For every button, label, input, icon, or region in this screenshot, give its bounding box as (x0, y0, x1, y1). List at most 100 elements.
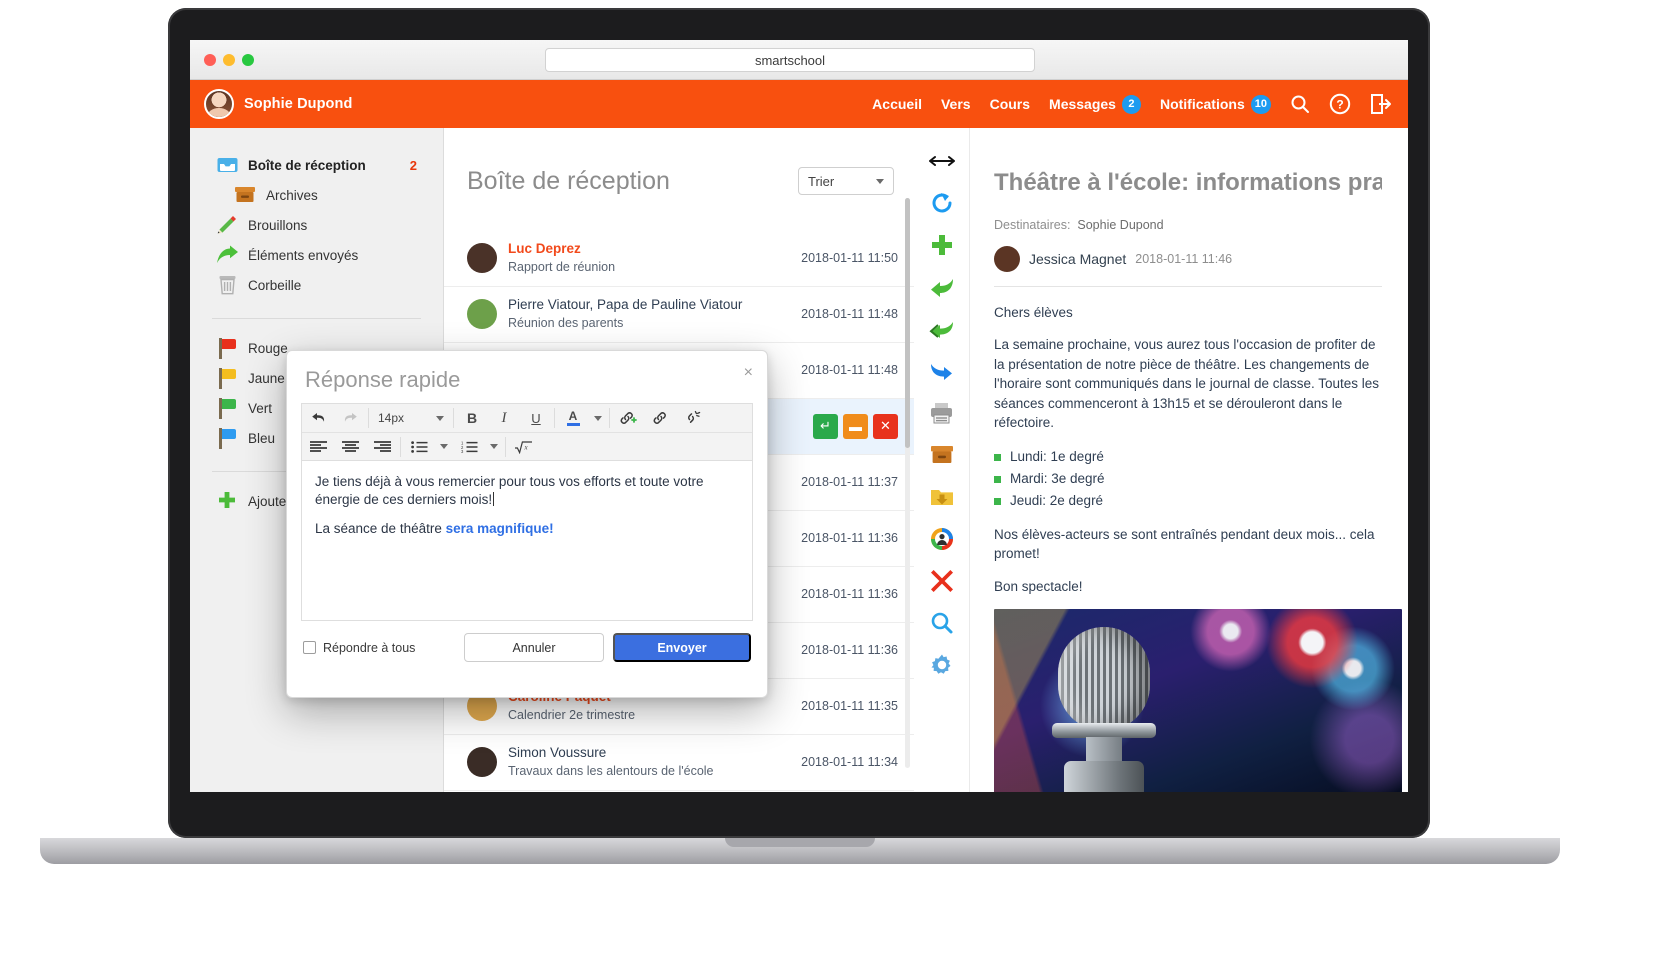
archive-action-button[interactable]: ▬ (843, 413, 868, 439)
move-to-folder-icon[interactable] (927, 482, 957, 512)
insert-link-icon[interactable] (612, 405, 644, 432)
font-size-dropdown[interactable]: 14px (371, 405, 451, 432)
text-color-icon[interactable]: A (557, 405, 589, 432)
unlink-icon[interactable] (676, 405, 708, 432)
refresh-icon[interactable] (927, 188, 957, 218)
sidebar-item-sent[interactable]: Éléments envoyés (190, 240, 443, 270)
user-avatar[interactable] (204, 89, 234, 119)
close-icon[interactable]: × (744, 365, 753, 381)
reply-all-checkbox-row[interactable]: Répondre à tous (303, 641, 415, 655)
toolbar-separator (554, 408, 555, 428)
archive-box-icon (232, 186, 258, 204)
scrollbar-thumb[interactable] (905, 198, 910, 448)
edit-link-icon[interactable] (644, 405, 676, 432)
message-subject: Calendrier 2e trimestre (508, 708, 636, 722)
nav-label: Messages (1049, 96, 1116, 112)
bullet-list-icon[interactable] (403, 433, 435, 460)
search-icon[interactable] (1290, 94, 1310, 114)
message-sender: Pierre Viatour, Papa de Pauline Viatour (508, 297, 743, 312)
contact-icon[interactable] (927, 524, 957, 554)
math-formula-icon[interactable]: x (508, 433, 540, 460)
reply-action-button[interactable]: ↵ (813, 413, 838, 439)
nav-item-cours[interactable]: Cours (990, 96, 1030, 112)
app-header: Sophie Dupond Accueil Vers Cours Message… (190, 80, 1408, 128)
reply-icon[interactable] (927, 272, 957, 302)
avatar (467, 747, 497, 777)
send-button[interactable]: Envoyer (613, 633, 751, 662)
numbered-list-dropdown[interactable] (485, 433, 503, 460)
nav-item-notifications[interactable]: Notifications 10 (1159, 94, 1271, 114)
toolbar-separator (505, 436, 506, 457)
message-list-scrollbar[interactable] (905, 198, 910, 768)
reply-all-checkbox[interactable] (303, 641, 316, 654)
delete-icon[interactable] (927, 566, 957, 596)
body-paragraph-2: Nos élèves-acteurs se sont entraînés pen… (994, 526, 1375, 562)
table-row[interactable]: Simon Voussure Travaux dans les alentour… (444, 735, 914, 791)
nav-label: Accueil (872, 96, 922, 112)
add-icon[interactable] (927, 230, 957, 260)
text-color-dropdown[interactable] (589, 405, 607, 432)
undo-icon[interactable] (302, 405, 334, 432)
messages-badge: 2 (1121, 94, 1141, 114)
svg-text:?: ? (1336, 98, 1343, 112)
reply-all-icon[interactable] (927, 314, 957, 344)
nav-item-vers[interactable]: Vers (941, 96, 971, 112)
close-window-button[interactable] (204, 54, 216, 66)
settings-gear-icon[interactable] (927, 650, 957, 680)
reply-editor[interactable]: Je tiens déjà à vous remercier pour tous… (301, 461, 753, 621)
editor-toolbar: 14px B I U A 1 2 3 x (301, 403, 753, 461)
user-name: Sophie Dupond (244, 96, 353, 112)
forward-icon[interactable] (927, 356, 957, 386)
svg-text:x: x (524, 443, 529, 451)
chevron-down-icon (490, 444, 498, 449)
row-action-buttons[interactable]: ↵ ▬ ✕ (813, 413, 898, 439)
flag-icon (214, 367, 240, 389)
editor-link-text[interactable]: sera magnifique! (446, 521, 554, 536)
message-date: 2018-01-11 11:37 (801, 475, 898, 489)
align-right-icon[interactable] (366, 433, 398, 460)
redo-icon[interactable] (334, 405, 366, 432)
search-icon[interactable] (927, 608, 957, 638)
align-center-icon[interactable] (334, 433, 366, 460)
help-icon[interactable]: ? (1329, 93, 1351, 115)
align-left-icon[interactable] (302, 433, 334, 460)
minimize-window-button[interactable] (223, 54, 235, 66)
logout-icon[interactable] (1370, 94, 1392, 114)
sidebar-item-archives[interactable]: Archives (190, 180, 443, 210)
nav-label: Cours (989, 96, 1031, 112)
message-sender-row: Jessica Magnet 2018-01-11 11:46 (994, 245, 1382, 287)
svg-text:3: 3 (461, 449, 464, 453)
delete-action-button[interactable]: ✕ (873, 413, 898, 439)
table-row[interactable]: Luc Deprez Rapport de réunion 2018-01-11… (444, 231, 914, 287)
sidebar-item-label: Éléments envoyés (248, 247, 359, 263)
chevron-down-icon (436, 415, 444, 421)
message-date: 2018-01-11 11:36 (801, 587, 898, 601)
table-row[interactable]: Pierre Viatour, Papa de Pauline Viatour … (444, 287, 914, 343)
resize-horizontal-icon[interactable] (927, 146, 957, 176)
numbered-list-icon[interactable]: 123 (453, 433, 485, 460)
message-detail-pane: Théâtre à l'école: informations pratique… (970, 128, 1408, 792)
underline-icon[interactable]: U (520, 405, 552, 432)
address-bar[interactable]: smartschool (545, 48, 1035, 72)
message-attachment-image (994, 609, 1402, 792)
archive-icon[interactable] (927, 440, 957, 470)
dialog-header: Réponse rapide × (287, 351, 767, 403)
nav-item-accueil[interactable]: Accueil (872, 96, 922, 112)
sidebar-item-corbeille[interactable]: Corbeille (190, 270, 443, 300)
laptop-base (40, 838, 1560, 864)
sidebar-item-label: Corbeille (248, 277, 302, 293)
sort-dropdown[interactable]: Trier (798, 167, 894, 196)
italic-icon[interactable]: I (488, 405, 520, 432)
schedule-list: Lundi: 1e degré Mardi: 3e degré Jeudi: 2… (994, 446, 1382, 512)
cancel-button[interactable]: Annuler (464, 633, 604, 662)
bullet-list-dropdown[interactable] (435, 433, 453, 460)
print-icon[interactable] (927, 398, 957, 428)
sidebar-item-inbox[interactable]: Boîte de réception 2 (190, 150, 443, 180)
bold-icon[interactable]: B (456, 405, 488, 432)
nav-label: Notifications (1159, 96, 1245, 112)
editor-paragraph-2: La séance de théâtre sera magnifique! (315, 520, 739, 538)
maximize-window-button[interactable] (242, 54, 254, 66)
window-controls[interactable] (204, 54, 254, 66)
sidebar-item-brouillons[interactable]: Brouillons (190, 210, 443, 240)
nav-item-messages[interactable]: Messages 2 (1049, 94, 1141, 114)
